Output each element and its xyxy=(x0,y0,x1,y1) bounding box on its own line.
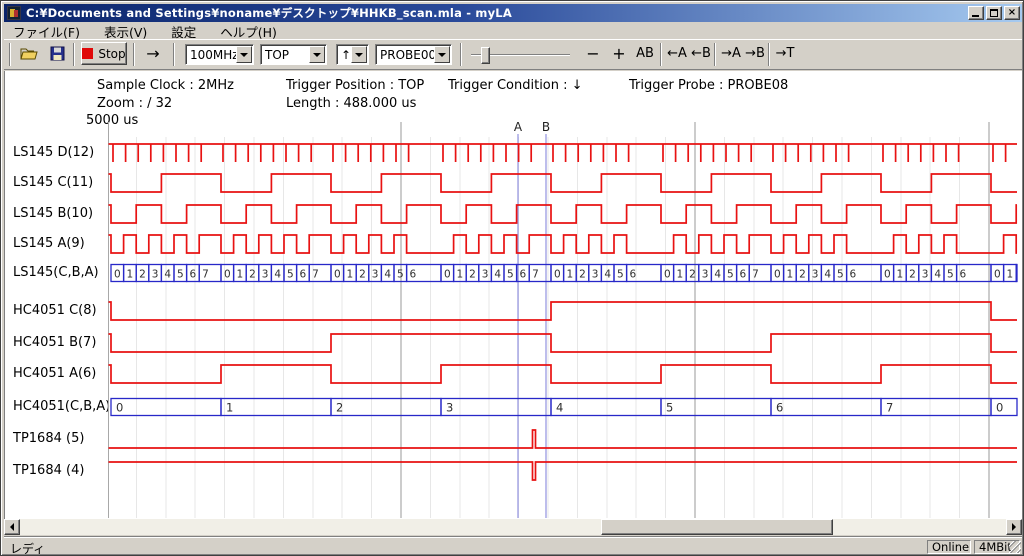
trigger-position-value: TOP xyxy=(261,48,309,62)
right-arrow-a-icon: →A xyxy=(721,46,741,61)
dropdown-arrow-icon[interactable] xyxy=(236,46,252,63)
open-folder-icon xyxy=(20,46,40,62)
channel-label: HC4051 A(6) xyxy=(13,366,109,382)
right-arrow-b-icon: →B xyxy=(745,46,765,61)
prev-a-button[interactable]: ←A xyxy=(665,42,689,65)
plus-icon: + xyxy=(612,44,625,63)
zoom-out-button[interactable]: − xyxy=(581,42,605,65)
stop-button[interactable]: Stop xyxy=(81,42,127,65)
status-ready-text: レディ xyxy=(10,540,45,556)
trigger-position-combobox[interactable]: TOP xyxy=(260,44,327,65)
channel-label: TP1684 (4) xyxy=(13,463,109,479)
channel-label: LS145 C(11) xyxy=(13,175,109,191)
trigger-edge-combobox[interactable]: ↑ xyxy=(336,44,369,65)
info-length: Length : 488.000 us xyxy=(286,96,416,111)
cursor-a-label: A xyxy=(511,120,525,134)
info-trigger-condition: Trigger Condition : ↓ xyxy=(448,78,583,93)
zoom-in-button[interactable]: + xyxy=(607,42,631,65)
probe-value: PROBE00 xyxy=(376,48,434,62)
minimize-icon xyxy=(972,15,979,17)
menubar: ファイル(F) 表示(V) 設定 ヘルプ(H) xyxy=(5,23,1021,40)
channel-label: LS145 B(10) xyxy=(13,206,109,222)
save-file-button[interactable] xyxy=(45,42,71,65)
toolbar-separator xyxy=(73,43,75,66)
zoom-slider-handle[interactable] xyxy=(481,47,490,64)
app-icon xyxy=(7,6,21,20)
toolbar: Stop → 100MHz TOP ↑ PROBE00 − + AB xyxy=(4,39,1022,70)
info-zoom: Zoom : / 32 xyxy=(97,96,172,111)
open-file-button[interactable] xyxy=(17,42,43,65)
info-sample-clock: Sample Clock : 2MHz xyxy=(97,78,234,93)
toolbar-separator xyxy=(460,43,462,66)
cursor-b-label: B xyxy=(539,120,553,134)
sample-rate-value: 100MHz xyxy=(186,48,236,62)
titlebar: C:¥Documents and Settings¥noname¥デスクトップ¥… xyxy=(4,4,1022,22)
next-b-button[interactable]: →B xyxy=(743,42,767,65)
next-a-button[interactable]: →A xyxy=(719,42,743,65)
statusbar: レディ Online 4MBit xyxy=(4,537,1022,554)
channel-label: HC4051 B(7) xyxy=(13,335,109,351)
toolbar-separator xyxy=(133,43,135,66)
time-scale-label: 5000 us xyxy=(86,113,138,128)
maximize-button[interactable] xyxy=(986,6,1002,20)
scroll-left-button[interactable] xyxy=(4,519,20,535)
waveform-client-area xyxy=(4,71,1022,519)
info-trigger-probe: Trigger Probe : PROBE08 xyxy=(629,78,788,93)
trigger-edge-value: ↑ xyxy=(337,48,351,62)
save-floppy-icon xyxy=(50,46,66,62)
stop-label: Stop xyxy=(98,47,125,61)
toolbar-separator xyxy=(714,43,716,66)
channel-label: TP1684 (5) xyxy=(13,431,109,447)
maximize-icon xyxy=(990,9,998,17)
scroll-right-button[interactable] xyxy=(1006,519,1022,535)
dropdown-arrow-icon[interactable] xyxy=(351,46,367,63)
close-button[interactable]: × xyxy=(1004,6,1020,20)
probe-combobox[interactable]: PROBE00 xyxy=(375,44,452,65)
left-arrow-b-icon: ←B xyxy=(691,46,711,61)
channel-label: LS145 D(12) xyxy=(13,145,109,161)
goto-trigger-button[interactable]: →T xyxy=(773,42,797,65)
window-title: C:¥Documents and Settings¥noname¥デスクトップ¥… xyxy=(26,5,512,21)
ab-button[interactable]: AB xyxy=(631,42,659,65)
dropdown-arrow-icon[interactable] xyxy=(434,46,450,63)
info-trigger-position: Trigger Position : TOP xyxy=(286,78,424,93)
scroll-left-icon xyxy=(10,523,14,531)
dropdown-arrow-icon[interactable] xyxy=(309,46,325,63)
channel-label: LS145 A(9) xyxy=(13,236,109,252)
status-online-badge: Online xyxy=(927,540,971,554)
channel-label: LS145(C,B,A) xyxy=(13,265,109,281)
sample-rate-combobox[interactable]: 100MHz xyxy=(185,44,254,65)
run-arrow-icon: → xyxy=(146,44,159,63)
scroll-right-icon xyxy=(1012,523,1016,531)
minus-icon: − xyxy=(586,44,599,63)
toolbar-separator xyxy=(660,43,662,66)
resize-grip-icon[interactable] xyxy=(1009,541,1021,553)
prev-b-button[interactable]: ←B xyxy=(689,42,713,65)
stop-icon xyxy=(82,48,93,59)
ab-label: AB xyxy=(636,46,654,61)
app-window: C:¥Documents and Settings¥noname¥デスクトップ¥… xyxy=(0,0,1024,556)
channel-label: HC4051(C,B,A) xyxy=(13,399,109,415)
run-button[interactable]: → xyxy=(139,42,167,65)
toolbar-separator xyxy=(768,43,770,66)
goto-trigger-icon: →T xyxy=(776,46,795,61)
left-arrow-a-icon: ←A xyxy=(667,46,687,61)
horizontal-scrollbar[interactable] xyxy=(4,519,1022,535)
scrollbar-thumb[interactable] xyxy=(601,519,833,535)
toolbar-separator xyxy=(173,43,175,66)
toolbar-grip xyxy=(9,43,11,66)
channel-label: HC4051 C(8) xyxy=(13,303,109,319)
minimize-button[interactable] xyxy=(968,6,984,20)
